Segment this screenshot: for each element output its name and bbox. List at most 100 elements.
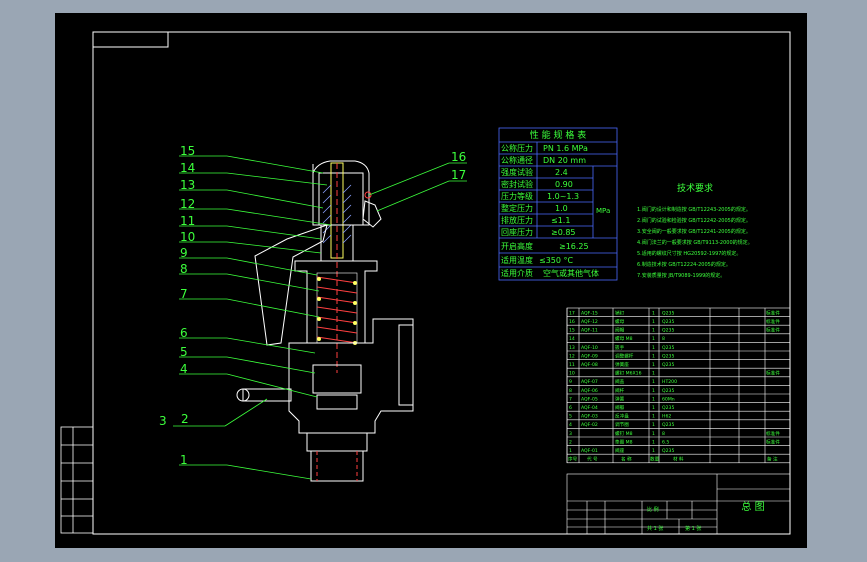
bom-material: Q235 — [662, 405, 674, 411]
bom-material: Q235 — [662, 345, 674, 351]
bom-header-name: 名 称 — [621, 456, 632, 463]
perf-table-title: 性 能 规 格 表 — [530, 129, 586, 141]
bom-code: AQF-05 — [581, 396, 598, 402]
bom-code: AQF-03 — [581, 414, 598, 420]
bom-note: 标准件 — [766, 327, 780, 334]
bom-header-material: 材 料 — [673, 456, 684, 463]
bom-header-note: 备 注 — [767, 456, 778, 463]
tech-req-line: 6.制造技术按 GB/T12224-2005的规定。 — [637, 261, 731, 268]
perf-value: ≥16.25 — [559, 242, 589, 251]
perf-label: 适用温度 — [501, 255, 533, 265]
bom-note: 标准件 — [766, 318, 780, 325]
bom-no: 6 — [569, 405, 572, 411]
bom-material: Q235 — [662, 448, 674, 454]
perf-label: 回座压力 — [501, 227, 533, 237]
bom-qty: 1 — [652, 379, 655, 385]
tech-req-line: 5.适用的螺纹尺寸按 HG20592-1997的规定。 — [637, 250, 741, 257]
bom-name: 弹簧 — [615, 395, 625, 402]
tech-req-line: 2.阀门的试验和检验按 GB/T12242-2005的规定。 — [637, 217, 751, 224]
perf-unit: MPa — [596, 207, 610, 215]
part-label-10: 10 — [180, 230, 195, 244]
part-label-16: 16 — [451, 150, 466, 164]
sheet-count: 共 1 张 — [647, 525, 663, 532]
bom-name: 销钉 — [615, 309, 625, 316]
bom-qty: 1 — [652, 439, 655, 445]
bom-qty: 1 — [652, 396, 655, 402]
bom-name: 螺钉 M6X16 — [615, 370, 642, 377]
perf-value: ≥0.85 — [551, 228, 576, 237]
bom-no: 16 — [569, 319, 575, 325]
part-label-9: 9 — [180, 246, 188, 260]
bom-no: 12 — [569, 353, 575, 359]
bom-no: 3 — [569, 431, 572, 437]
perf-value: DN 20 mm — [543, 156, 586, 165]
bom-code: AQF-02 — [581, 422, 598, 428]
bom-no: 7 — [569, 396, 572, 402]
bom-name: 调整螺杆 — [615, 352, 634, 359]
bom-name: 阀座 — [615, 447, 625, 454]
perf-value: 0.90 — [555, 180, 573, 189]
bom-code: AQF-09 — [581, 353, 598, 359]
bom-qty: 1 — [652, 371, 655, 377]
bom-note: 标准件 — [766, 438, 780, 445]
tech-req-line: 7.安装质量按 JB/T9089-1999的规定。 — [637, 272, 725, 279]
bom-qty: 1 — [652, 422, 655, 428]
drawing-sheet: 15 14 13 12 11 10 9 8 7 6 5 4 3 2 1 16 1… — [55, 13, 807, 548]
drawing-title: 总 图 — [741, 500, 764, 513]
bom-qty: 1 — [652, 345, 655, 351]
bom-code: AQF-10 — [581, 345, 598, 351]
bom-code: AQF-08 — [581, 362, 598, 368]
bom-note: 标准件 — [766, 430, 780, 437]
bom-name: 螺母 — [615, 318, 625, 325]
bom-qty: 1 — [652, 310, 655, 316]
part-label-6: 6 — [180, 326, 188, 340]
perf-label: 排放压力 — [501, 215, 533, 225]
bom-qty: 1 — [652, 362, 655, 368]
tech-req-line: 1.阀门的设计和制造按 GB/T12243-2005的规定。 — [637, 206, 751, 213]
part-label-17: 17 — [451, 168, 466, 182]
bom-name: 阀盖 — [615, 378, 625, 385]
bom-qty: 1 — [652, 414, 655, 420]
bom-name: 弹簧座 — [615, 361, 629, 368]
part-label-1: 1 — [180, 453, 188, 467]
bom-name: 调节圈 — [615, 421, 629, 428]
perf-value: ≤1.1 — [551, 216, 570, 225]
bom-material: 8 — [662, 431, 665, 437]
perf-label: 公称压力 — [501, 143, 533, 153]
bom-qty: 1 — [652, 448, 655, 454]
bom-material: Q235 — [662, 422, 674, 428]
part-label-7: 7 — [180, 287, 188, 301]
bom-material: 6.5 — [662, 439, 669, 445]
bom-header-qty: 数量 — [650, 456, 660, 463]
bom-no: 11 — [569, 362, 575, 368]
part-label-2: 2 — [181, 412, 189, 426]
bom-no: 15 — [569, 328, 575, 334]
perf-label: 公称通径 — [501, 155, 533, 165]
sheet-page: 第 1 张 — [685, 525, 701, 532]
bom-code: AQF-06 — [581, 388, 598, 394]
bom-qty: 1 — [652, 319, 655, 325]
bom-no: 4 — [569, 422, 572, 428]
scale-label: 比 例 — [647, 506, 659, 513]
perf-value: 2.4 — [555, 168, 568, 177]
part-label-4: 4 — [180, 362, 188, 376]
bom-note: 标准件 — [766, 309, 780, 316]
bom-qty: 1 — [652, 328, 655, 334]
bom-material: Q235 — [662, 388, 674, 394]
perf-label: 压力等级 — [501, 191, 533, 201]
bom-code: AQF-11 — [581, 328, 598, 334]
bom-code: AQF-04 — [581, 405, 598, 411]
tech-req-title: 技术要求 — [677, 182, 713, 194]
bom-header-no: 序号 — [568, 456, 578, 463]
bom-material: H62 — [662, 414, 671, 420]
part-label-15: 15 — [180, 144, 195, 158]
perf-label: 整定压力 — [501, 203, 533, 213]
bom-name: 扳手 — [615, 344, 625, 351]
perf-value: PN 1.6 MPa — [543, 144, 588, 153]
sheet-background — [55, 13, 807, 548]
bom-material: Q235 — [662, 362, 674, 368]
bom-code: AQF-15 — [581, 310, 598, 316]
cad-drawing: 15 14 13 12 11 10 9 8 7 6 5 4 3 2 1 16 1… — [55, 13, 807, 548]
bom-material: HT200 — [662, 379, 677, 385]
bom-no: 2 — [569, 439, 572, 445]
